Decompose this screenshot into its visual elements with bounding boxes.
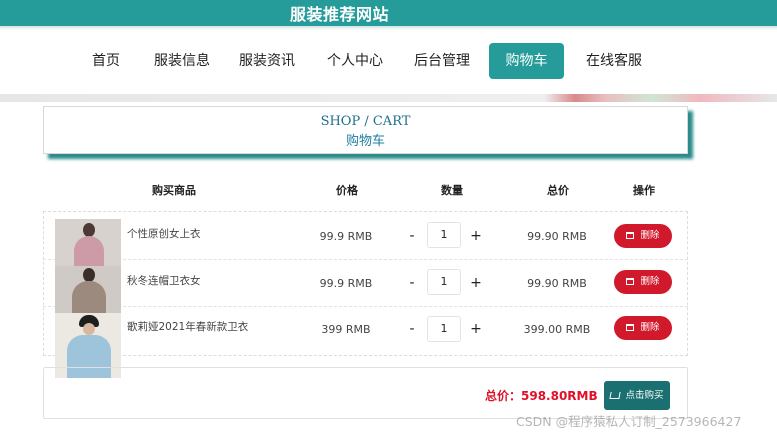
qty-decrease-button[interactable]: - [406, 275, 418, 291]
qty-input[interactable]: 1 [427, 316, 461, 342]
product-name[interactable]: 秋冬连帽卫衣女 [127, 273, 201, 288]
main-nav: 首页 服装信息 服装资讯 个人中心 后台管理 购物车 在线客服 [0, 30, 777, 94]
column-header-price: 价格 [336, 184, 358, 197]
row-divider [43, 306, 688, 307]
cart-header-card: SHOP / CART 购物车 [43, 106, 688, 154]
column-header-actions: 操作 [633, 184, 655, 197]
nav-item-online-service[interactable]: 在线客服 [586, 43, 642, 79]
column-header-product: 购买商品 [152, 184, 196, 197]
qty-input[interactable]: 1 [427, 269, 461, 295]
delete-label: 删除 [640, 230, 660, 241]
buy-label: 点击购买 [625, 390, 664, 401]
nav-item-clothing-news[interactable]: 服装资讯 [239, 43, 295, 79]
trash-icon [626, 232, 635, 239]
cart-icon [609, 392, 622, 399]
delete-label: 删除 [640, 322, 660, 333]
top-bar: 服装推荐网站 [0, 0, 777, 26]
product-price: 99.9 RMB [319, 277, 373, 290]
nav-item-personal-center[interactable]: 个人中心 [327, 43, 383, 79]
cart-header-en: SHOP / CART [320, 114, 411, 129]
nav-item-admin[interactable]: 后台管理 [414, 43, 470, 79]
product-image [55, 266, 121, 313]
product-subtotal: 99.90 RMB [527, 277, 587, 290]
product-subtotal: 99.90 RMB [527, 230, 587, 243]
delete-button[interactable]: 删除 [614, 270, 672, 294]
total-price: 总价：598.80RMB [485, 389, 598, 403]
delete-button[interactable]: 删除 [614, 224, 672, 248]
qty-input[interactable]: 1 [427, 222, 461, 248]
qty-increase-button[interactable]: + [470, 228, 482, 244]
column-header-total: 总价 [547, 184, 569, 197]
nav-item-cart[interactable]: 购物车 [489, 43, 564, 79]
product-price: 99.9 RMB [319, 230, 373, 243]
qty-decrease-button[interactable]: - [406, 321, 418, 337]
banner-strip [0, 94, 777, 102]
qty-decrease-button[interactable]: - [406, 228, 418, 244]
product-name[interactable]: 个性原创女上衣 [127, 226, 201, 241]
row-divider [43, 259, 688, 260]
trash-icon [626, 324, 635, 331]
delete-button[interactable]: 删除 [614, 316, 672, 340]
nav-item-clothing-info[interactable]: 服装信息 [154, 43, 210, 79]
nav-item-home[interactable]: 首页 [92, 43, 120, 79]
product-price: 399 RMB [321, 323, 371, 336]
trash-icon [626, 278, 635, 285]
column-header-quantity: 数量 [441, 184, 463, 197]
buy-button[interactable]: 点击购买 [604, 381, 670, 410]
site-title: 服装推荐网站 [290, 5, 390, 24]
qty-increase-button[interactable]: + [470, 275, 482, 291]
watermark: CSDN @程序猿私人订制_2573966427 [516, 414, 742, 429]
product-subtotal: 399.00 RMB [523, 323, 591, 336]
product-image [55, 219, 121, 266]
delete-label: 删除 [640, 276, 660, 287]
cart-header-zh: 购物车 [345, 134, 385, 149]
qty-increase-button[interactable]: + [470, 321, 482, 337]
product-name[interactable]: 歌莉娅2021年春新款卫衣 [127, 319, 248, 334]
